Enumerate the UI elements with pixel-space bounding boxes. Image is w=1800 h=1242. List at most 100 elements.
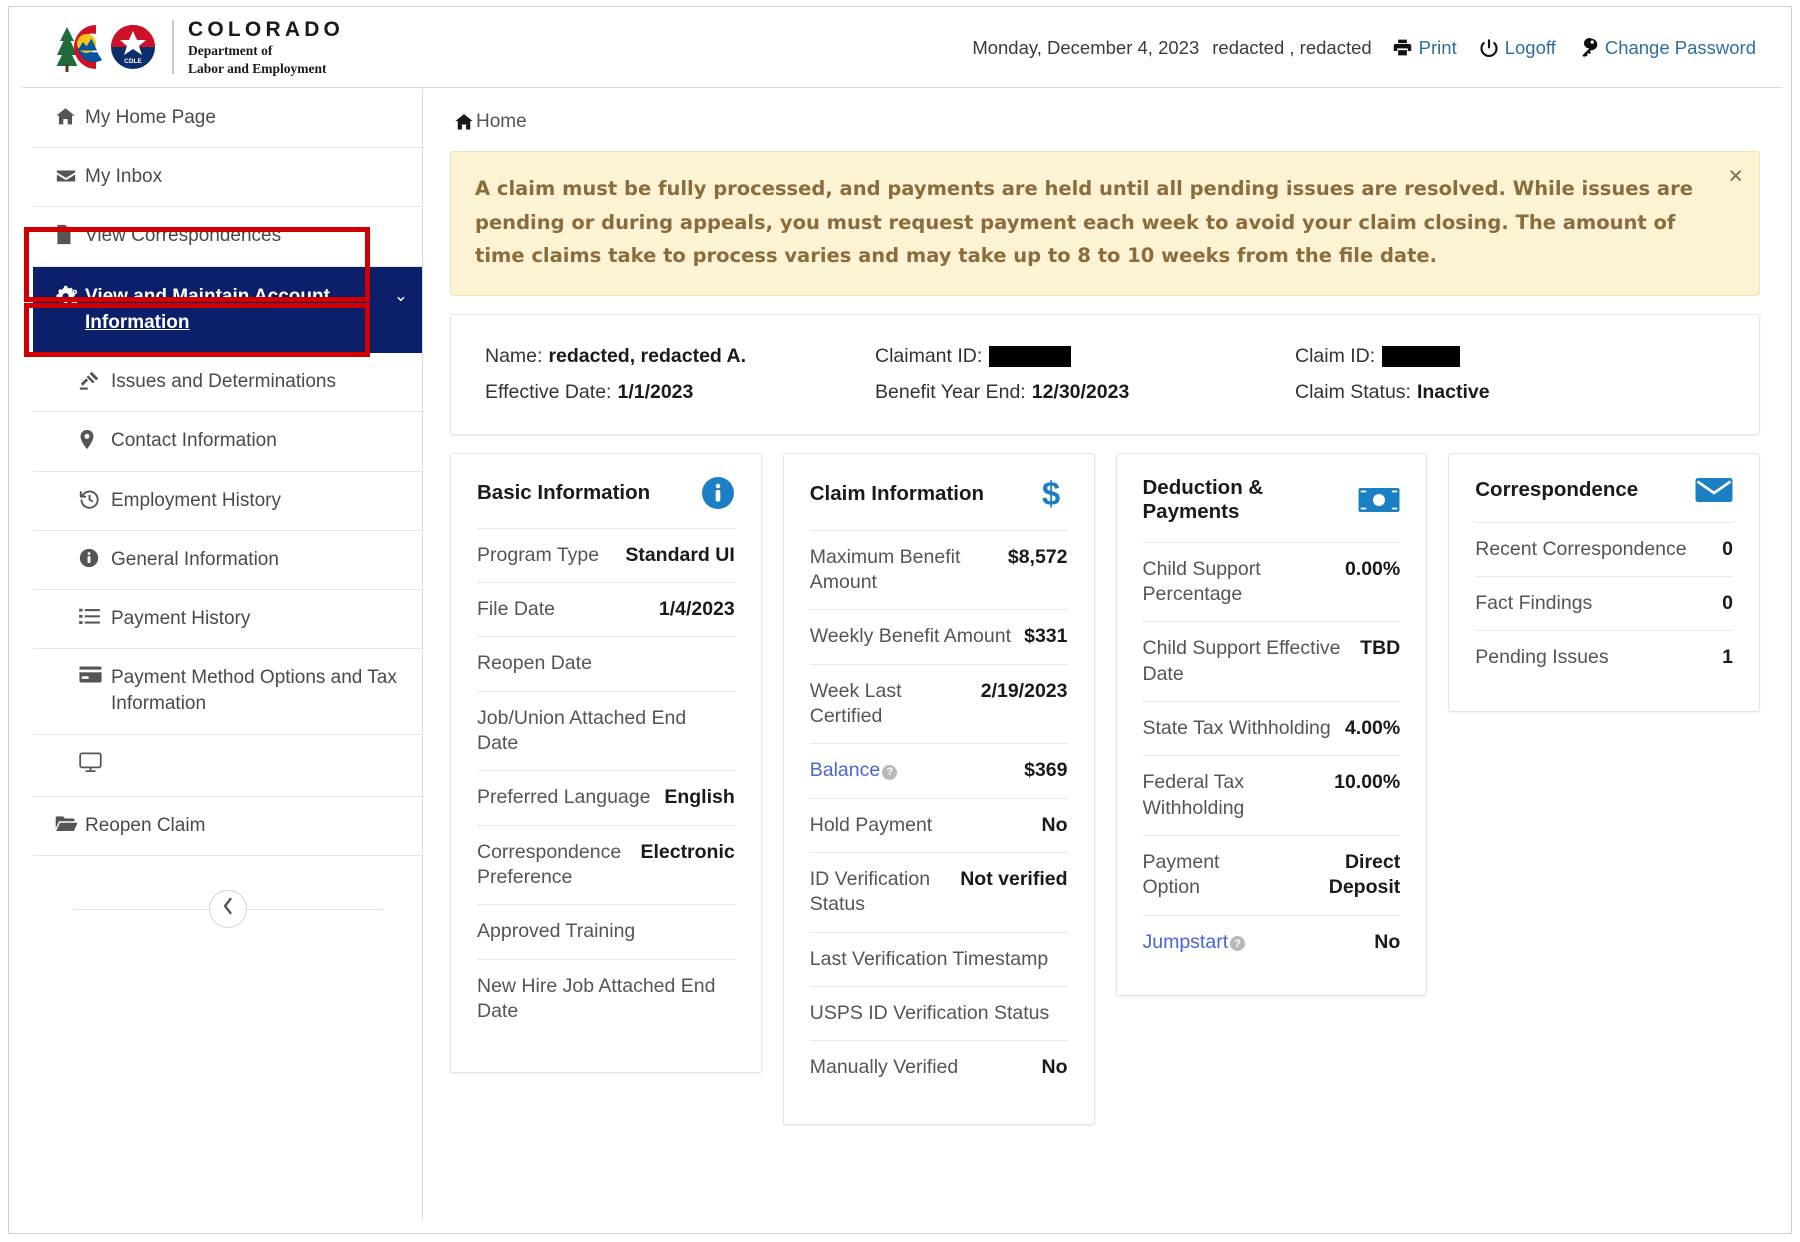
redacted-value-bar	[1382, 345, 1461, 367]
row-key: Correspondence Preference	[477, 840, 622, 888]
row-key: Federal Tax Withholding	[1142, 771, 1245, 819]
card-title: Claim Information	[809, 481, 985, 505]
sidebar-item-contact-information[interactable]: Contact Information	[33, 412, 422, 472]
card-row: Federal Tax Withholding 10.00%	[1142, 755, 1401, 835]
card-claim-information: Claim Information $ Maximum Benefit Amou…	[782, 452, 1095, 1125]
card-row: Week Last Certified 2/19/2023	[809, 663, 1068, 744]
sidebar-item-desktop[interactable]	[33, 735, 422, 797]
sidebar-item-payment-method-options-and-tax-information[interactable]: Payment Method Options and Tax Informati…	[33, 649, 422, 735]
alert-message: A claim must be fully processed, and pay…	[475, 177, 1693, 268]
list-icon	[79, 607, 111, 626]
row-key: New Hire Job Attached End Date	[477, 974, 716, 1023]
chevron-down-icon[interactable]: ⌄	[386, 284, 408, 307]
card-row: Weekly Benefit Amount $331	[809, 609, 1068, 663]
row-value: 1/4/2023	[658, 597, 735, 620]
svg-text:CDLE: CDLE	[124, 58, 142, 65]
sidebar-item-label: Payment History	[111, 607, 251, 629]
sidebar-item-view-and-maintain-account-information[interactable]: View and Maintain Account Information ⌄	[33, 266, 422, 354]
field-value: 12/30/2023	[1031, 380, 1130, 403]
logoff-label: Logoff	[1504, 36, 1556, 58]
sidebar-collapse-button[interactable]	[208, 889, 247, 928]
info-cards-row: Basic Information Program Type Standard …	[450, 452, 1760, 1125]
card-row: Pending Issues 1	[1475, 630, 1733, 684]
card-row: State Tax Withholding 4.00%	[1142, 700, 1401, 755]
sidebar-item-employment-history[interactable]: Employment History	[33, 472, 422, 531]
card-header: Claim Information $	[810, 476, 1068, 530]
claim-summary-row: Claimant ID:	[875, 345, 1285, 368]
sidebar-item-my-inbox[interactable]: My Inbox	[33, 148, 422, 208]
row-value: 0.00%	[1344, 557, 1401, 580]
close-icon[interactable]: ×	[1728, 164, 1743, 189]
brand-wordmark: COLORADO Department of Labor and Employm…	[188, 18, 344, 77]
brand-dept-line-2: Labor and Employment	[188, 60, 327, 76]
card-row: USPS ID Verification Status	[809, 986, 1068, 1040]
row-key: Hold Payment	[809, 813, 933, 836]
row-key: ID Verification Status	[809, 868, 931, 916]
row-key: Last Verification Timestamp	[809, 947, 1049, 970]
field-label: Effective Date:	[485, 380, 612, 403]
card-header: Correspondence	[1475, 476, 1733, 522]
folder-open-icon	[55, 814, 85, 833]
info-circle-icon	[701, 476, 735, 510]
row-key: Balance	[809, 759, 881, 782]
claim-summary-column: Name: redacted, redacted A. Effective Da…	[485, 345, 875, 404]
row-value: Not verified	[960, 868, 1068, 890]
sidebar-item-label: Payment Method Options and Tax Informati…	[111, 667, 397, 715]
row-value: TBD	[1360, 637, 1401, 660]
main-content: Home A claim must be fully processed, an…	[424, 89, 1782, 1220]
field-label: Claim Status:	[1295, 380, 1411, 403]
brand-lockup: CDLE COLORADO Department of Labor and Em…	[50, 18, 344, 77]
claim-summary-row: Claim Status: Inactive	[1295, 381, 1715, 404]
app-header: CDLE COLORADO Department of Labor and Em…	[22, 8, 1782, 88]
change-password-label: Change Password	[1604, 36, 1756, 58]
balance-link[interactable]: Balance ?	[809, 758, 898, 783]
claim-summary-row: Name: redacted, redacted A.	[485, 345, 865, 368]
card-row: Payment Option Direct Deposit	[1142, 835, 1401, 915]
sidebar-item-general-information[interactable]: General Information	[33, 531, 422, 590]
row-key: Recent Correspondence	[1475, 537, 1687, 560]
sidebar-item-my-home-page[interactable]: My Home Page	[33, 89, 422, 149]
card-title: Deduction & Payments	[1142, 475, 1264, 523]
map-marker-icon	[79, 429, 111, 450]
claim-summary-row: Benefit Year End: 12/30/2023	[875, 381, 1285, 404]
card-row: Maximum Benefit Amount $8,572	[809, 529, 1068, 610]
row-key: Pending Issues	[1475, 646, 1609, 669]
money-bill-icon	[1358, 486, 1400, 514]
card-row: Hold Payment No	[809, 797, 1068, 852]
row-key: Program Type	[477, 543, 600, 566]
logoff-button[interactable]: Logoff	[1479, 37, 1556, 59]
card-row: Job/Union Attached End Date	[477, 690, 735, 771]
gavel-icon	[79, 370, 111, 391]
row-value: No	[1041, 1056, 1068, 1079]
field-value: 1/1/2023	[617, 380, 694, 403]
sidebar-item-payment-history[interactable]: Payment History	[33, 590, 422, 650]
print-button[interactable]: Print	[1392, 37, 1457, 59]
card-row: Child Support Percentage 0.00%	[1142, 541, 1401, 622]
card-row: New Hire Job Attached End Date	[477, 958, 735, 1039]
field-label: Benefit Year End:	[875, 380, 1026, 403]
sidebar-item-label: Contact Information	[111, 430, 277, 452]
sidebar-item-view-correspondences[interactable]: View Correspondences	[33, 207, 422, 267]
home-icon	[55, 106, 85, 127]
sidebar-item-reopen-claim[interactable]: Reopen Claim	[33, 797, 422, 856]
claim-summary-column: Claimant ID: Benefit Year End: 12/30/202…	[875, 345, 1295, 404]
help-icon[interactable]: ?	[882, 764, 898, 780]
breadcrumb-home-link[interactable]: Home	[476, 111, 527, 133]
row-value: 4.00%	[1344, 716, 1401, 739]
breadcrumb: Home	[424, 89, 1782, 133]
card-title: Basic Information	[477, 480, 651, 504]
jumpstart-link[interactable]: Jumpstart ?	[1143, 930, 1246, 955]
card-row: Child Support Effective Date TBD	[1142, 621, 1401, 701]
row-value: Electronic	[640, 840, 735, 863]
help-icon[interactable]: ?	[1230, 936, 1246, 952]
card-row: Jumpstart ? No	[1142, 914, 1401, 969]
printer-icon	[1392, 37, 1413, 58]
sidebar-item-issues-and-determinations[interactable]: Issues and Determinations	[33, 353, 422, 413]
card-row: Program Type Standard UI	[477, 527, 735, 582]
row-value: English	[664, 786, 735, 809]
row-key: Payment Option	[1142, 851, 1220, 899]
card-deduction-and-payments: Deduction & Payments Child Support Perce…	[1115, 452, 1428, 997]
card-row: Last Verification Timestamp	[809, 931, 1068, 986]
row-value: No	[1041, 813, 1068, 836]
change-password-button[interactable]: Change Password	[1578, 37, 1756, 59]
